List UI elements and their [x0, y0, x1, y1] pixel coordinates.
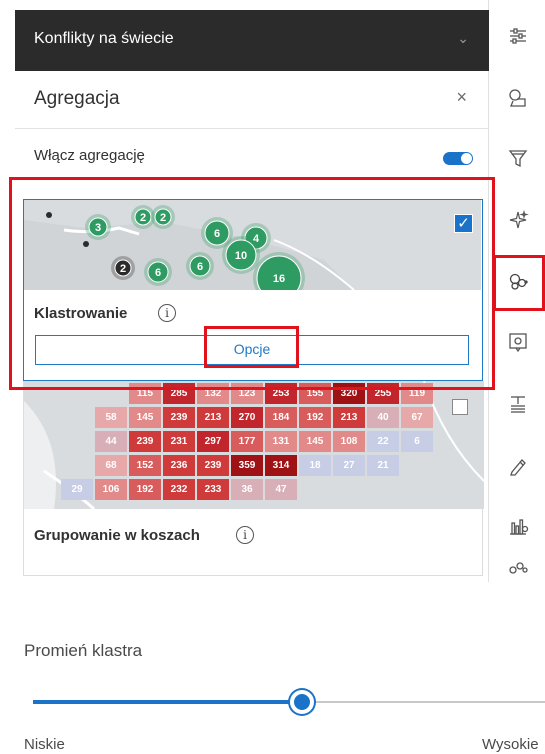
bin-cell: 253 — [265, 383, 297, 404]
aggregation-icon[interactable] — [490, 254, 545, 310]
bin-cell: 239 — [163, 407, 195, 428]
bin-cell: 314 — [265, 455, 297, 476]
bin-cell: 239 — [197, 455, 229, 476]
bin-cell: 232 — [163, 479, 195, 500]
enable-aggregation-label: Włącz agregację — [34, 147, 145, 164]
configure-panel: Konflikty na świecie ⌄ Agregacja × Włącz… — [0, 0, 489, 582]
bin-cell: 106 — [95, 479, 127, 500]
bin-cell: 108 — [333, 431, 365, 452]
bin-cell: 297 — [197, 431, 229, 452]
filter-icon[interactable] — [490, 130, 545, 186]
clustering-label: Klastrowanie — [34, 305, 128, 322]
enable-aggregation-row: Włącz agregację — [15, 129, 489, 179]
cluster-count: 3 — [95, 222, 101, 234]
aggregation-header: Agregacja × — [15, 71, 489, 129]
bin-cell: 320 — [333, 383, 365, 404]
bin-cell: 6 — [401, 431, 433, 452]
layer-title: Konflikty na świecie — [34, 30, 174, 47]
slider-low-label: Niskie — [24, 736, 65, 753]
bin-cell: 68 — [95, 455, 127, 476]
bin-cell: 213 — [333, 407, 365, 428]
bin-cell: 145 — [299, 431, 331, 452]
cluster-count: 2 — [140, 212, 146, 224]
clustering-card[interactable]: 3 2 2 6 4 10 2 6 6 16 ✓ Klastrowanie i Opcje — [23, 199, 483, 381]
bin-cell: 40 — [367, 407, 399, 428]
slider-thumb[interactable] — [290, 690, 314, 714]
cluster-count: 6 — [214, 228, 220, 240]
cluster-count: 6 — [155, 267, 161, 279]
clustering-preview: 32 26 4102 6 616 — [24, 200, 481, 290]
effects-icon[interactable] — [490, 192, 545, 248]
bin-cell: 58 — [95, 407, 127, 428]
styles-icon[interactable] — [490, 70, 545, 126]
bin-cell: 184 — [265, 407, 297, 428]
bin-cell: 18 — [299, 455, 331, 476]
bin-cell: 285 — [163, 383, 195, 404]
bin-cell: 67 — [401, 407, 433, 428]
clustering-preview-map: 3 2 2 6 4 10 2 6 6 16 ✓ — [24, 200, 481, 290]
bin-cell: 270 — [231, 407, 263, 428]
bin-cell: 119 — [401, 383, 433, 404]
cluster-radius-slider[interactable] — [33, 690, 545, 714]
bin-cell: 239 — [129, 431, 161, 452]
info-icon[interactable]: i — [158, 304, 176, 322]
aggregation-title: Agregacja — [34, 88, 120, 109]
bin-cell: 236 — [163, 455, 195, 476]
bin-cell: 192 — [129, 479, 161, 500]
bin-cell: 123 — [231, 383, 263, 404]
cluster-radius-label: Promień klastra — [24, 641, 143, 660]
layer-title-bar[interactable]: Konflikty na świecie ⌄ — [15, 10, 489, 71]
close-icon[interactable]: × — [456, 87, 467, 108]
enable-aggregation-toggle[interactable] — [443, 152, 473, 165]
bin-cell: 152 — [129, 455, 161, 476]
binning-label: Grupowanie w koszach — [34, 527, 200, 544]
info-icon[interactable]: i — [236, 526, 254, 544]
chevron-down-icon[interactable]: ⌄ — [457, 30, 469, 47]
bin-cell: 177 — [231, 431, 263, 452]
binning-card[interactable]: 115 285 132 123 253 155 320 255 119 58 145 239 213 27… — [23, 381, 484, 576]
cluster-count: 10 — [235, 250, 247, 262]
bin-cell: 115 — [129, 383, 161, 404]
bin-cell: 44 — [95, 431, 127, 452]
bin-cell: 192 — [299, 407, 331, 428]
more-icon[interactable] — [490, 556, 545, 582]
clustering-checkbox[interactable]: ✓ — [454, 214, 473, 233]
bin-cell: 27 — [333, 455, 365, 476]
bin-cell: 47 — [265, 479, 297, 500]
bin-cell: 359 — [231, 455, 263, 476]
bin-cell: 21 — [367, 455, 399, 476]
slider-high-label: Wysokie — [482, 736, 539, 753]
bin-cell: 29 — [61, 479, 93, 500]
labels-icon[interactable] — [490, 376, 545, 432]
binning-checkbox[interactable] — [452, 399, 468, 415]
bin-cell: 233 — [197, 479, 229, 500]
right-toolbar — [490, 0, 545, 582]
properties-icon[interactable] — [490, 8, 545, 64]
bin-cell: 231 — [163, 431, 195, 452]
slider-fill — [33, 700, 302, 704]
options-button[interactable]: Opcje — [35, 335, 469, 365]
bin-cell: 255 — [367, 383, 399, 404]
bin-cell: 132 — [197, 383, 229, 404]
toggle-knob — [461, 153, 472, 164]
sketch-icon[interactable] — [490, 438, 545, 494]
bin-cell: 36 — [231, 479, 263, 500]
charts-icon[interactable] — [490, 498, 545, 554]
bin-cell: 145 — [129, 407, 161, 428]
popups-icon[interactable] — [490, 314, 545, 370]
bin-cell: 131 — [265, 431, 297, 452]
cluster-count: 2 — [160, 212, 166, 224]
bin-cell: 213 — [197, 407, 229, 428]
binning-preview-map: 115 285 132 123 253 155 320 255 119 58 145 239 213 27… — [24, 381, 484, 509]
bin-cell: 22 — [367, 431, 399, 452]
cluster-count: 2 — [120, 263, 126, 275]
cluster-count: 6 — [197, 261, 203, 273]
cluster-count: 16 — [273, 273, 285, 285]
bin-cell: 155 — [299, 383, 331, 404]
